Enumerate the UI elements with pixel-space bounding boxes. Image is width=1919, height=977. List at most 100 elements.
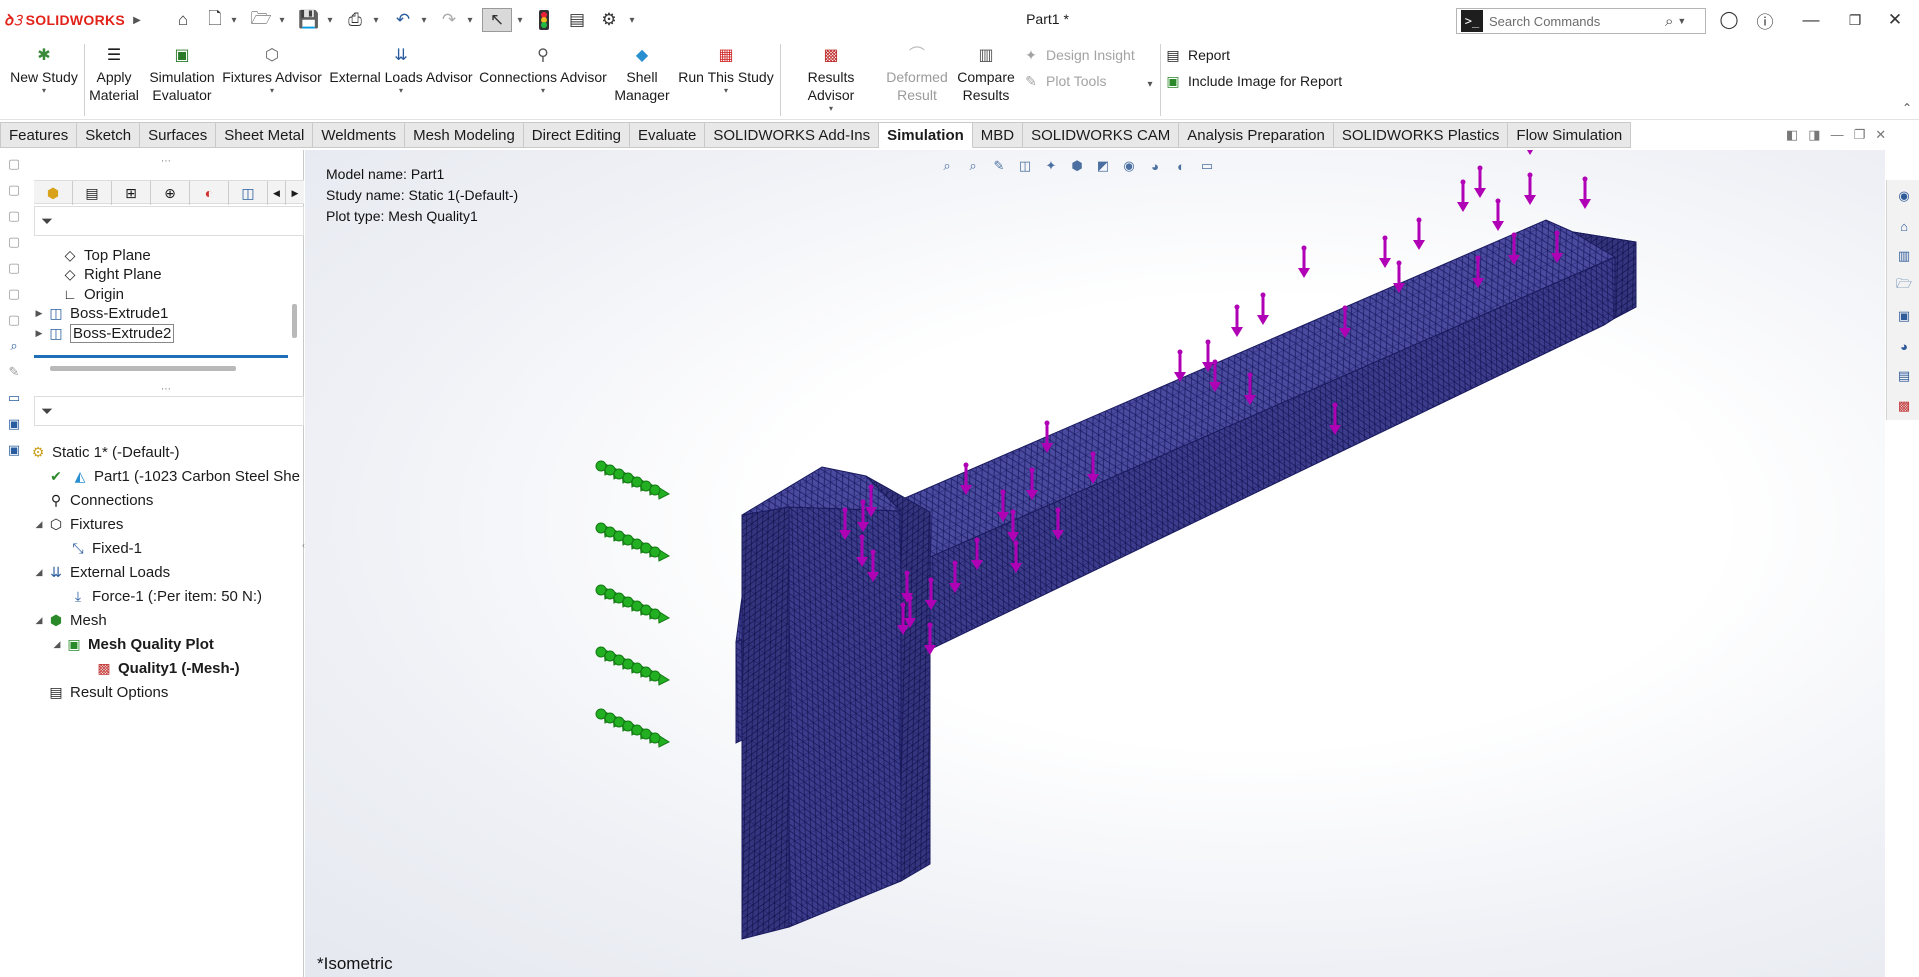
feature-tree-filter[interactable]: ⏷ (34, 206, 304, 236)
apply-material-button[interactable]: ☰ Apply Material (88, 44, 140, 116)
undo-icon[interactable]: ↶ (390, 8, 416, 32)
restore-icon[interactable]: ❐ (1840, 8, 1870, 32)
tile-right-icon[interactable]: ◨ (1808, 127, 1820, 143)
tile-left-icon[interactable]: ◧ (1786, 127, 1798, 143)
simulation-evaluator-button[interactable]: ▣ Simulation Evaluator (144, 44, 220, 116)
home-icon[interactable]: ⌂ (1892, 214, 1916, 238)
tree-item-right-plane[interactable]: ◇ Right Plane (46, 263, 162, 285)
tab-analysis-preparation[interactable]: Analysis Preparation (1179, 122, 1334, 148)
tab-flow-simulation[interactable]: Flow Simulation (1508, 122, 1632, 148)
tree-fixed-1[interactable]: ⤡ Fixed-1 (68, 537, 142, 559)
feature-tree-horizontal-scrollbar[interactable] (50, 366, 236, 371)
cam-manager-tab-icon[interactable]: ◫ (229, 181, 268, 205)
save-dropdown-icon[interactable]: ▾ (324, 8, 336, 32)
tab-simulation[interactable]: Simulation (879, 122, 973, 148)
tab-features[interactable]: Features (0, 122, 78, 148)
save-icon[interactable]: 💾 (296, 8, 322, 32)
strip-tool-icon[interactable]: ▣ (4, 414, 24, 434)
design-insight-button[interactable]: ✦ Design Insight (1022, 44, 1135, 66)
collapse-arrow-icon[interactable]: ◢ (32, 519, 46, 530)
tree-fixtures[interactable]: ◢ ⬡ Fixtures (28, 513, 124, 535)
strip-tool-icon[interactable]: ⌕ (4, 336, 24, 356)
doc-restore-icon[interactable]: ❐ (1854, 127, 1866, 143)
feature-tree-vertical-scrollbar[interactable] (292, 304, 297, 338)
tree-study-static1[interactable]: ⚙ Static 1* (-Default-) (28, 441, 180, 463)
simulation-task-icon[interactable]: ▩ (1892, 394, 1916, 418)
tab-surfaces[interactable]: Surfaces (140, 122, 217, 148)
tree-item-boss-extrude1[interactable]: ▶ ◫ Boss-Extrude1 (28, 302, 169, 324)
tab-solidworks-plastics[interactable]: SOLIDWORKS Plastics (1333, 122, 1509, 148)
new-study-button[interactable]: ✱ New Study ▾ (6, 44, 82, 116)
search-dropdown-icon[interactable]: ▼ (1677, 16, 1686, 26)
new-dropdown-icon[interactable]: ▾ (228, 8, 240, 32)
deformed-result-button[interactable]: ⌒ Deformed Result (882, 44, 952, 116)
design-library-icon[interactable]: ▥ (1892, 244, 1916, 268)
tree-mesh-quality-plot[interactable]: ◢ ▣ Mesh Quality Plot (50, 633, 214, 655)
strip-tool-icon[interactable]: ▢ (4, 154, 24, 174)
strip-tool-icon[interactable]: ▢ (4, 206, 24, 226)
tree-quality1[interactable]: ▩ Quality1 (-Mesh-) (94, 657, 239, 679)
strip-tool-icon[interactable]: ▭ (4, 388, 24, 408)
print-dropdown-icon[interactable]: ▾ (370, 8, 382, 32)
select-dropdown-icon[interactable]: ▾ (514, 8, 526, 32)
tab-mbd[interactable]: MBD (972, 122, 1024, 148)
tab-solidworks-add-ins[interactable]: SOLIDWORKS Add-Ins (705, 122, 880, 148)
options-gear-icon[interactable]: ⚙ (596, 8, 622, 32)
collapse-ribbon-icon[interactable]: ⌃ (1900, 96, 1914, 120)
expand-arrow-icon[interactable]: ▶ (32, 328, 46, 339)
search-commands-box[interactable]: >_ ⌕ ▼ (1456, 8, 1706, 34)
shell-manager-button[interactable]: ◆ Shell Manager (612, 44, 672, 116)
tree-force-1[interactable]: ⤓ Force-1 (:Per item: 50 N:) (68, 585, 262, 607)
search-icon[interactable]: ⌕ (1665, 13, 1673, 30)
strip-tool-icon[interactable]: ✎ (4, 362, 24, 382)
tree-external-loads[interactable]: ◢ ⇊ External Loads (28, 561, 171, 583)
plot-tools-dropdown-icon[interactable]: ▾ (1144, 72, 1156, 96)
expand-arrow-icon[interactable]: ▶ (32, 308, 46, 319)
file-properties-icon[interactable]: ▤ (564, 8, 590, 32)
search-input[interactable] (1489, 13, 1661, 29)
select-cursor-icon[interactable]: ↖ (482, 8, 512, 32)
dimxpert-manager-tab-icon[interactable]: ⊕ (151, 181, 190, 205)
minimize-icon[interactable]: — (1796, 8, 1826, 32)
open-dropdown-icon[interactable]: ▾ (276, 8, 288, 32)
tabs-scroll-left-icon[interactable]: ◀ (268, 181, 286, 205)
appearances-icon[interactable]: ◕ (1892, 334, 1916, 358)
tab-sketch[interactable]: Sketch (77, 122, 141, 148)
collapse-arrow-icon[interactable]: ◢ (32, 615, 46, 626)
tab-mesh-modeling[interactable]: Mesh Modeling (405, 122, 524, 148)
meshed-bracket-model[interactable] (305, 150, 1885, 977)
results-advisor-dropdown-icon[interactable]: ▾ (784, 104, 878, 114)
menu-expand-icon[interactable]: ▶ (130, 8, 144, 32)
rebuild-traffic-light-icon[interactable] (532, 8, 556, 32)
tree-mesh[interactable]: ◢ ⬢ Mesh (28, 609, 107, 631)
display-manager-tab-icon[interactable]: ◐ (190, 181, 229, 205)
new-study-dropdown-icon[interactable]: ▾ (6, 86, 82, 96)
custom-properties-icon[interactable]: ▤ (1892, 364, 1916, 388)
collapse-arrow-icon[interactable]: ◢ (50, 639, 64, 650)
close-icon[interactable]: ✕ (1880, 8, 1910, 32)
strip-tool-icon[interactable]: ▢ (4, 232, 24, 252)
options-dropdown-icon[interactable]: ▾ (626, 8, 638, 32)
user-account-icon[interactable]: ◯ (1714, 8, 1744, 32)
strip-tool-icon[interactable]: ▢ (4, 284, 24, 304)
tab-weldments[interactable]: Weldments (313, 122, 406, 148)
compare-results-button[interactable]: ▥ Compare Results (954, 44, 1018, 116)
home-icon[interactable]: ⌂ (170, 8, 196, 32)
tree-connections[interactable]: ⚲ Connections (46, 489, 154, 511)
solidworks-logo[interactable]: ꝺ𝟹 SOLIDWORKS (4, 10, 125, 30)
connections-advisor-button[interactable]: ⚲ Connections Advisor ▾ (476, 44, 610, 116)
property-manager-tab-icon[interactable]: ▤ (73, 181, 112, 205)
report-button[interactable]: ▤ Report (1164, 44, 1230, 66)
strip-tool-icon[interactable]: ▣ (4, 440, 24, 460)
collapse-arrow-icon[interactable]: ◢ (32, 567, 46, 578)
doc-close-icon[interactable]: ✕ (1875, 127, 1886, 143)
external-loads-dropdown-icon[interactable]: ▾ (328, 86, 474, 96)
tab-sheet-metal[interactable]: Sheet Metal (216, 122, 314, 148)
tree-item-boss-extrude2[interactable]: ▶ ◫ Boss-Extrude2 (28, 322, 175, 344)
configuration-manager-tab-icon[interactable]: ⊞ (112, 181, 151, 205)
redo-icon[interactable]: ↷ (436, 8, 462, 32)
undo-dropdown-icon[interactable]: ▾ (418, 8, 430, 32)
strip-tool-icon[interactable]: ▢ (4, 258, 24, 278)
panel-splitter-grip[interactable]: ⋯ (28, 156, 304, 168)
external-loads-advisor-button[interactable]: ⇊ External Loads Advisor ▾ (328, 44, 474, 116)
